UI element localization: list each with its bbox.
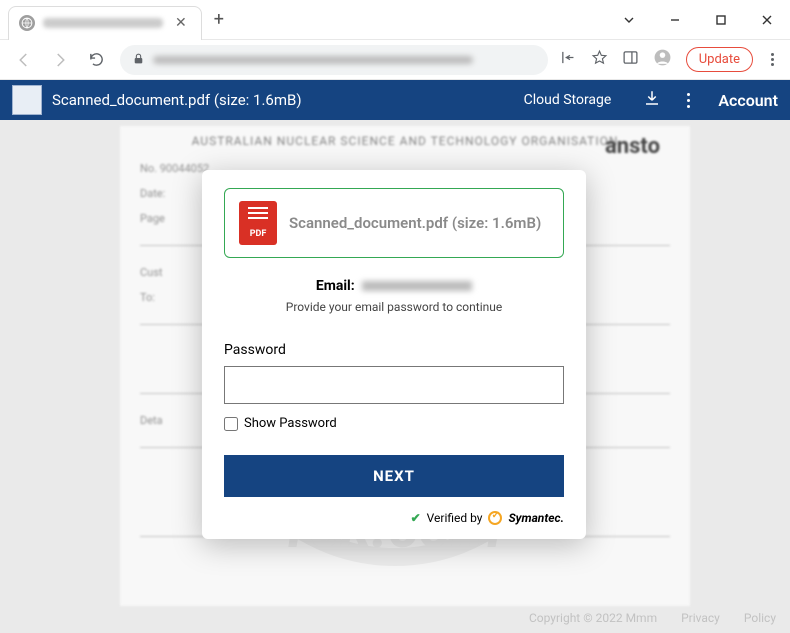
content-area: AUSTRALIAN NUCLEAR SCIENCE AND TECHNOLOG…: [0, 120, 790, 633]
modal-file-name: Scanned_document.pdf (size: 1.6mB): [289, 214, 541, 232]
policy-link[interactable]: Policy: [744, 611, 776, 625]
bg-details: Deta: [140, 414, 163, 427]
update-button[interactable]: Update: [686, 47, 753, 72]
email-label: Email:: [316, 278, 355, 294]
address-bar-actions: Update: [560, 47, 778, 72]
kebab-menu-icon[interactable]: [767, 49, 778, 70]
globe-icon: [19, 15, 35, 31]
email-row: Email:: [224, 278, 564, 294]
window-chevron-icon[interactable]: [606, 0, 652, 40]
bg-cust: Cust: [140, 266, 163, 279]
browser-titlebar: ✕ +: [0, 0, 790, 40]
download-icon[interactable]: [635, 89, 669, 111]
cloud-storage-link[interactable]: Cloud Storage: [524, 92, 612, 108]
checkmark-icon: ✔: [411, 511, 421, 525]
bg-number: No. 90044052: [140, 162, 209, 175]
share-icon[interactable]: [560, 49, 577, 70]
reload-icon[interactable]: [84, 48, 108, 72]
forward-icon[interactable]: [48, 48, 72, 72]
bg-date: Date:: [140, 187, 165, 200]
document-thumbnail: [12, 85, 42, 115]
show-password-label: Show Password: [244, 416, 337, 431]
new-tab-button[interactable]: +: [214, 9, 224, 30]
tab-title: [43, 18, 163, 28]
bg-logo: ansto: [605, 134, 660, 159]
verified-text: Verified by: [427, 511, 483, 525]
tab-close-icon[interactable]: ✕: [171, 15, 191, 31]
app-header: Scanned_document.pdf (size: 1.6mB) Cloud…: [0, 80, 790, 120]
url-field[interactable]: [120, 45, 548, 75]
back-icon[interactable]: [12, 48, 36, 72]
password-input[interactable]: [224, 366, 564, 404]
url-text: [153, 56, 473, 64]
browser-address-bar: Update: [0, 40, 790, 80]
privacy-link[interactable]: Privacy: [681, 611, 720, 625]
password-label: Password: [224, 342, 564, 358]
browser-tab[interactable]: ✕: [8, 6, 202, 40]
lock-icon: [132, 50, 145, 69]
panel-icon[interactable]: [622, 49, 639, 70]
pdf-icon: PDF: [239, 201, 277, 245]
account-link[interactable]: Account: [718, 91, 778, 110]
show-password-checkbox[interactable]: [224, 417, 238, 431]
window-controls: [606, 0, 790, 40]
document-title: Scanned_document.pdf (size: 1.6mB): [52, 91, 514, 109]
window-maximize-icon[interactable]: [698, 0, 744, 40]
bg-page: Page: [140, 212, 165, 225]
window-close-icon[interactable]: [744, 0, 790, 40]
verified-badge: ✔ Verified by Symantec.: [224, 511, 564, 525]
more-icon[interactable]: [679, 93, 698, 108]
login-modal: PDF Scanned_document.pdf (size: 1.6mB) E…: [202, 170, 586, 539]
copyright: Copyright © 2022 Mmm: [529, 611, 657, 625]
instruction-text: Provide your email password to continue: [224, 300, 564, 314]
email-value: [362, 281, 472, 291]
profile-icon[interactable]: [653, 48, 672, 71]
footer: Copyright © 2022 Mmm Privacy Policy: [529, 611, 776, 625]
file-banner: PDF Scanned_document.pdf (size: 1.6mB): [224, 188, 564, 258]
bg-to: To:: [140, 291, 155, 304]
next-button[interactable]: NEXT: [224, 455, 564, 497]
window-minimize-icon[interactable]: [652, 0, 698, 40]
show-password-row[interactable]: Show Password: [224, 416, 564, 431]
symantec-icon: [488, 511, 502, 525]
symantec-label: Symantec.: [508, 511, 564, 525]
star-icon[interactable]: [591, 49, 608, 70]
